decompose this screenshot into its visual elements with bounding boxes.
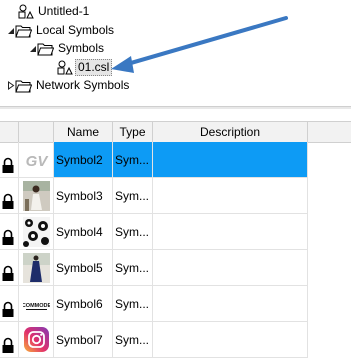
pane-splitter[interactable] [0,106,351,109]
lock-cell[interactable] [0,286,19,322]
symbol-description-cell[interactable] [153,250,308,286]
thumbnail-column-header[interactable] [19,122,54,142]
lock-icon[interactable] [1,332,15,353]
table-row[interactable]: Symbol4 Sym... [0,214,351,250]
tree-label-untitled: Untitled-1 [38,4,90,18]
symbol-type-cell[interactable]: Sym... [113,178,153,214]
symbol-description-cell[interactable] [153,178,308,214]
symbol-name-cell[interactable]: Symbol3 [54,178,113,214]
table-row[interactable]: GV Symbol2 Sym... [0,142,351,178]
gv-logo-icon: GV [23,145,50,175]
column-header-type[interactable]: Type [113,122,153,142]
table-header: Name Type Description [0,121,351,143]
person-photo-icon [23,181,50,211]
symbol-description-cell[interactable] [153,322,308,358]
thumbnail-cell: GV [19,142,54,178]
lock-cell[interactable] [0,322,19,358]
table-row[interactable]: Symbol7 Sym... [0,322,351,358]
dress-photo-icon [23,253,50,283]
lock-icon[interactable] [1,296,15,317]
symbol-library-icon [57,60,73,75]
lock-icon[interactable] [1,152,15,173]
folder-icon [37,43,54,56]
collapse-triangle-icon[interactable] [28,40,37,57]
symbol-name-cell[interactable]: Symbol5 [54,250,113,286]
thumbnail-cell [19,178,54,214]
symbol-tree: Untitled-1 Local Symbols Symbols 01.csl [0,0,351,100]
instagram-icon [23,325,50,355]
symbol-type-cell[interactable]: Sym... [113,250,153,286]
thumbnail-cell [19,322,54,358]
tree-label-network-symbols: Network Symbols [36,78,130,92]
lock-cell[interactable] [0,250,19,286]
tree-label-local-symbols: Local Symbols [36,23,115,37]
symbol-description-cell[interactable] [153,142,308,178]
symbol-description-cell[interactable] [153,286,308,322]
tree-label-symbols: Symbols [58,41,105,55]
thumbnail-cell [19,250,54,286]
symbol-name-cell[interactable]: Symbol7 [54,322,113,358]
lock-cell[interactable] [0,142,19,178]
tree-node-file[interactable]: 01.csl [56,59,113,76]
symbol-type-cell[interactable]: Sym... [113,142,153,178]
lock-cell[interactable] [0,214,19,250]
symbol-type-cell[interactable]: Sym... [113,214,153,250]
folder-icon [15,25,32,38]
table-row[interactable]: COMMODE Symbol6 Sym... [0,286,351,322]
thumbnail-cell [19,214,54,250]
tree-node-symbols[interactable]: Symbols [28,40,106,57]
tree-node-local-symbols[interactable]: Local Symbols [6,22,116,39]
lock-icon[interactable] [1,224,15,245]
tree-node-untitled[interactable]: Untitled-1 [17,3,91,20]
column-header-description[interactable]: Description [153,122,308,142]
thumbnail-cell: COMMODE [19,286,54,322]
symbol-name-cell[interactable]: Symbol2 [54,142,113,178]
tree-label-file: 01.csl [75,59,113,76]
tree-node-network-symbols[interactable]: Network Symbols [6,77,131,94]
symbol-type-cell[interactable]: Sym... [113,322,153,358]
symbol-description-cell[interactable] [153,214,308,250]
collapse-triangle-icon[interactable] [6,22,15,39]
table-row[interactable]: Symbol3 Sym... [0,178,351,214]
expand-triangle-icon[interactable] [6,77,15,94]
symbol-library-icon [18,4,34,19]
text-logo-icon: COMMODE [22,289,51,319]
table-row[interactable]: Symbol5 Sym... [0,250,351,286]
svg-text:COMMODE: COMMODE [23,303,50,309]
symbol-name-cell[interactable]: Symbol6 [54,286,113,322]
symbol-type-cell[interactable]: Sym... [113,286,153,322]
lock-icon[interactable] [1,188,15,209]
floral-pattern-icon [23,217,50,247]
folder-icon [15,80,32,93]
column-header-name[interactable]: Name [54,122,113,142]
lock-icon[interactable] [1,260,15,281]
svg-text:GV: GV [26,153,50,170]
lock-cell[interactable] [0,178,19,214]
symbol-name-cell[interactable]: Symbol4 [54,214,113,250]
lock-column-header[interactable] [0,122,19,142]
